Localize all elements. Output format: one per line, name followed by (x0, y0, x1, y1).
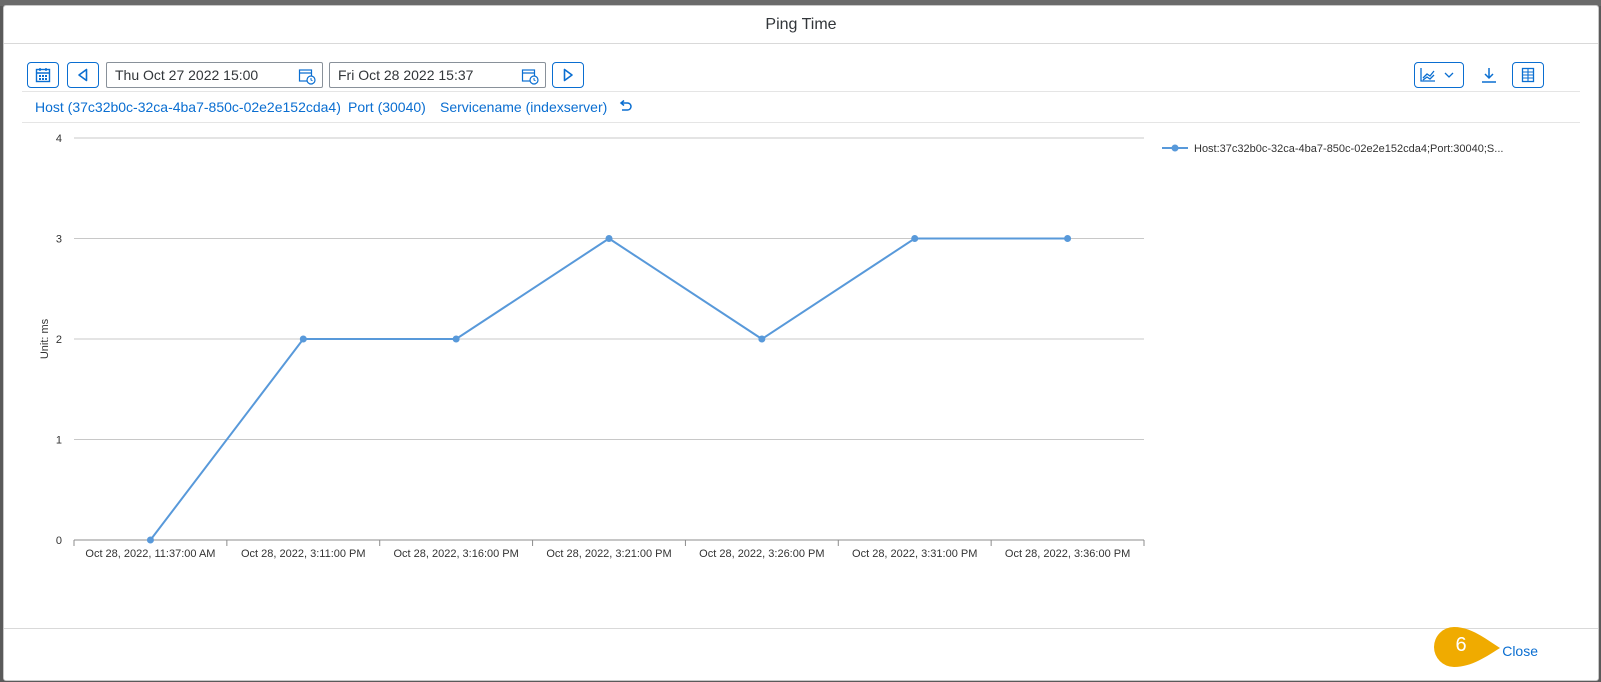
series-line (149, 237, 1068, 541)
data-point (299, 335, 307, 343)
start-date-input[interactable]: Thu Oct 27 2022 15:00 (106, 62, 323, 88)
x-tick-label: Oct 28, 2022, 3:31:00 PM (852, 548, 977, 560)
previous-icon (78, 68, 88, 82)
data-point (1064, 235, 1072, 242)
servicename-filter-link[interactable]: Servicename (indexserver) (440, 99, 607, 115)
reset-filter-button[interactable] (614, 97, 636, 117)
host-filter-link[interactable]: Host (37c32b0c-32ca-4ba7-850c-02e2e152cd… (35, 99, 341, 115)
data-point (605, 235, 613, 242)
y-tick-label: 0 (56, 535, 62, 547)
end-date-value: Fri Oct 28 2022 15:37 (338, 67, 474, 83)
table-view-button[interactable] (1512, 62, 1544, 88)
y-tick-label: 3 (56, 234, 62, 246)
tutorial-step-number: 6 (1455, 634, 1467, 656)
legend-marker (1171, 144, 1179, 152)
data-point (758, 335, 766, 343)
date-time-picker-icon[interactable] (521, 67, 539, 85)
chart-type-icon (1420, 68, 1454, 82)
x-tick-label: Oct 28, 2022, 3:36:00 PM (1005, 548, 1130, 560)
legend-label: Host:37c32b0c-32ca-4ba7-850c-02e2e152cda… (1194, 143, 1503, 155)
dialog-title: Ping Time (4, 6, 1598, 44)
download-icon (1482, 68, 1496, 83)
toolbar: Thu Oct 27 2022 15:00 Fri Oct 28 2022 15… (4, 44, 1598, 91)
y-tick-label: 2 (56, 334, 62, 346)
ping-time-chart: 0 1 2 3 4 Oct 28, 2022, 11:37:00 AM Oct 28, 20… (39, 133, 1503, 560)
x-tick-label: Oct 28, 2022, 3:26:00 PM (699, 548, 824, 560)
undo-icon (619, 99, 632, 111)
end-date-input[interactable]: Fri Oct 28 2022 15:37 (329, 62, 546, 88)
next-icon (563, 68, 573, 82)
y-tick-label: 4 (56, 133, 62, 145)
ping-time-dialog: Ping Time Thu Oct 27 2022 15:00 Fri Oct … (3, 5, 1599, 681)
y-tick-label: 1 (56, 435, 62, 447)
x-tick-label: Oct 28, 2022, 3:11:00 PM (241, 548, 366, 560)
chevron-down-icon (1444, 72, 1454, 78)
date-time-picker-icon[interactable] (298, 67, 316, 85)
port-filter-link[interactable]: Port (30040) (348, 99, 426, 115)
calendar-button[interactable] (27, 62, 59, 88)
previous-period-button[interactable] (67, 62, 99, 88)
table-view-icon (1521, 67, 1535, 83)
data-point (911, 235, 919, 242)
x-tick-label: Oct 28, 2022, 3:21:00 PM (546, 548, 671, 560)
data-point (146, 536, 154, 544)
download-button[interactable] (1474, 62, 1504, 88)
chart-type-select[interactable] (1414, 62, 1464, 88)
dialog-footer: Close (4, 628, 1598, 680)
x-tick-label: Oct 28, 2022, 11:37:00 AM (85, 548, 215, 560)
filter-bar: Host (37c32b0c-32ca-4ba7-850c-02e2e152cd… (4, 92, 1598, 122)
calendar-icon (35, 68, 51, 83)
start-date-value: Thu Oct 27 2022 15:00 (115, 67, 259, 83)
data-point (452, 335, 460, 343)
x-tick-label: Oct 28, 2022, 3:16:00 PM (393, 548, 518, 560)
y-axis-label: Unit: ms (39, 318, 51, 359)
next-period-button[interactable] (552, 62, 584, 88)
